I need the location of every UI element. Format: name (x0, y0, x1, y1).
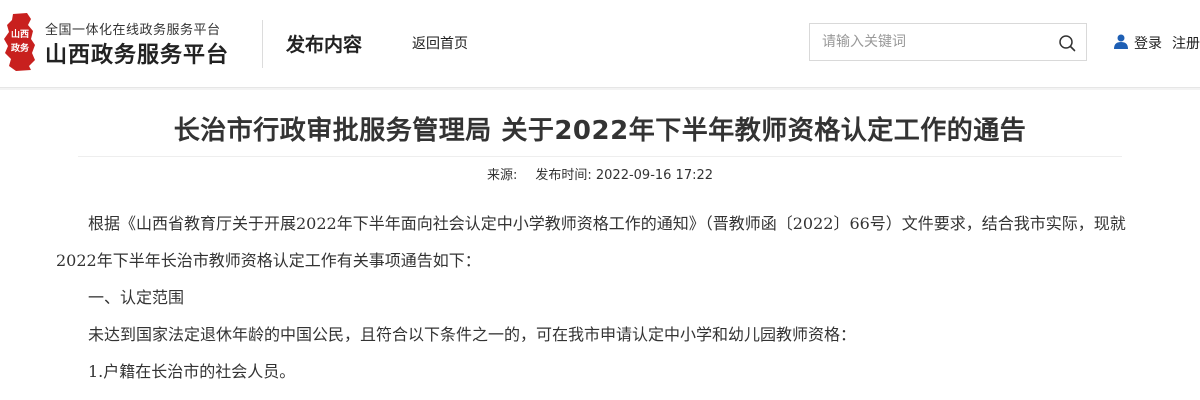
back-home-link[interactable]: 返回首页 (412, 33, 468, 53)
article-paragraph: 根据《山西省教育厅关于开展2022年下半年面向社会认定中小学教师资格工作的通知》… (56, 214, 1126, 270)
article-title: 长治市行政审批服务管理局 关于2022年下半年教师资格认定工作的通告 (173, 116, 1027, 146)
shanxi-emblem-icon[interactable]: 山西 政务 (4, 13, 36, 71)
article-section-heading: 一、认定范围 (88, 288, 185, 307)
article-body: 根据《山西省教育厅关于开展2022年下半年面向社会认定中小学教师资格工作的通知》… (56, 205, 1144, 390)
article-meta: 来源: 发布时间: 2022-09-16 17:22 (0, 164, 1200, 183)
header-divider (262, 20, 263, 68)
publish-time-value: 2022-09-16 17:22 (595, 168, 714, 183)
article-paragraph: 未达到国家法定退休年龄的中国公民，且符合以下条件之一的，可在我市申请认定中小学和… (88, 325, 857, 344)
search-box (809, 23, 1087, 61)
register-link[interactable]: 注册 (1172, 33, 1200, 53)
article-container: 长治市行政审批服务管理局 关于2022年下半年教师资格认定工作的通告 来源: 发布… (0, 90, 1200, 400)
emblem-text-top: 山西 (11, 28, 29, 40)
logo-subtitle: 全国一体化在线政务服务平台 (45, 23, 221, 38)
article-list-item: 1.户籍在长治市的社会人员。 (88, 362, 296, 381)
logo-title[interactable]: 山西政务服务平台 (45, 37, 229, 69)
site-header: 山西 政务 全国一体化在线政务服务平台 山西政务服务平台 发布内容 返回首页 登… (0, 0, 1200, 88)
user-icon[interactable] (1114, 34, 1128, 49)
source-label: 来源: (486, 168, 518, 183)
login-link[interactable]: 登录 (1134, 33, 1162, 53)
section-title: 发布内容 (286, 34, 363, 56)
publish-time-label: 发布时间: (535, 168, 592, 183)
search-icon[interactable] (1058, 34, 1076, 52)
search-input[interactable] (810, 24, 1050, 60)
emblem-text-bottom: 政务 (11, 42, 30, 54)
title-divider (78, 156, 1122, 157)
